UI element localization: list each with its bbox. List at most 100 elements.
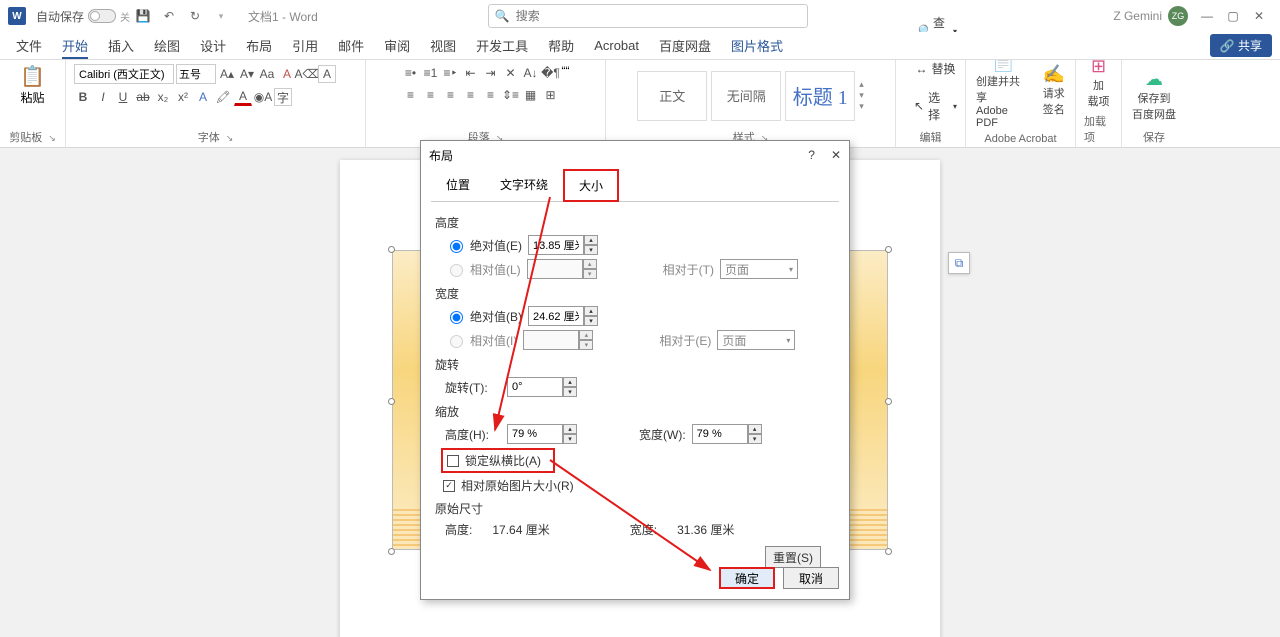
tab-insert[interactable]: 插入	[98, 32, 144, 59]
abs-width-radio[interactable]: 绝对值(B)	[445, 308, 522, 325]
maximize-icon[interactable]: ▢	[1220, 6, 1246, 26]
tab-layout[interactable]: 布局	[236, 32, 282, 59]
dialog-tab-position[interactable]: 位置	[431, 169, 485, 202]
scale-h-down[interactable]: ▾	[563, 434, 577, 444]
multilevel-icon[interactable]: ≡‣	[442, 64, 460, 82]
ok-button[interactable]: 确定	[719, 567, 775, 589]
autosave-toggle[interactable]	[88, 9, 116, 23]
rotate-input[interactable]	[507, 377, 563, 397]
resize-handle-tr[interactable]	[885, 246, 892, 253]
asian-layout-icon[interactable]: ✕	[502, 64, 520, 82]
user-avatar[interactable]: ZG	[1168, 6, 1188, 26]
request-sign-button[interactable]: ✍ 请求 签名	[1041, 62, 1067, 119]
enclose-icon[interactable]: 字	[274, 88, 292, 106]
indent-dec-icon[interactable]: ⇤	[462, 64, 480, 82]
abs-height-up[interactable]: ▴	[584, 235, 598, 245]
dialog-help-icon[interactable]: ?	[808, 148, 815, 162]
close-window-icon[interactable]: ✕	[1246, 6, 1272, 26]
bullets-icon[interactable]: ≡•	[402, 64, 420, 82]
search-box[interactable]: 🔍	[488, 4, 808, 28]
tab-references[interactable]: 引用	[282, 32, 328, 59]
tab-acrobat[interactable]: Acrobat	[584, 32, 649, 59]
lock-aspect-checkbox[interactable]	[447, 455, 459, 467]
tab-draw[interactable]: 绘图	[144, 32, 190, 59]
scale-h-up[interactable]: ▴	[563, 424, 577, 434]
redo-icon[interactable]: ↻	[182, 6, 208, 26]
resize-handle-br[interactable]	[885, 548, 892, 555]
share-button[interactable]: 🔗 共享	[1210, 34, 1272, 57]
scale-w-down[interactable]: ▾	[748, 434, 762, 444]
scale-h-input[interactable]	[507, 424, 563, 444]
tab-dev[interactable]: 开发工具	[466, 32, 538, 59]
rotate-down[interactable]: ▾	[563, 387, 577, 397]
char-shading-icon[interactable]: ◉A	[254, 88, 272, 106]
resize-handle-ml[interactable]	[388, 398, 395, 405]
abs-width-input[interactable]	[528, 306, 584, 326]
reset-button[interactable]: 重置(S)	[765, 546, 821, 568]
line-spacing-icon[interactable]: ⇕≡	[502, 86, 520, 104]
save-baidu-button[interactable]: ☁ 保存到 百度网盘	[1130, 67, 1178, 124]
tab-file[interactable]: 文件	[6, 32, 52, 59]
resize-handle-tl[interactable]	[388, 246, 395, 253]
cancel-button[interactable]: 取消	[783, 567, 839, 589]
select-button[interactable]: ↖选择▾	[914, 89, 957, 123]
align-right-icon[interactable]: ≡	[442, 86, 460, 104]
dialog-tab-wrap[interactable]: 文字环绕	[485, 169, 563, 202]
rel-to-e-select[interactable]: 页面▾	[717, 330, 795, 350]
tab-home[interactable]: 开始	[52, 32, 98, 59]
superscript-icon[interactable]: x²	[174, 88, 192, 106]
dialog-close-icon[interactable]: ✕	[831, 148, 841, 162]
qat-more-icon[interactable]: ▾	[208, 6, 234, 26]
indent-inc-icon[interactable]: ⇥	[482, 64, 500, 82]
search-input[interactable]	[514, 8, 801, 24]
strike-icon[interactable]: ab	[134, 88, 152, 106]
rel-width-radio[interactable]: 相对值(I)	[445, 332, 517, 349]
paste-button[interactable]: 粘贴	[20, 89, 44, 106]
abs-height-input[interactable]	[528, 235, 584, 255]
tab-review[interactable]: 审阅	[374, 32, 420, 59]
char-border-icon[interactable]: A	[318, 65, 336, 83]
resize-handle-bl[interactable]	[388, 548, 395, 555]
font-name-input[interactable]	[74, 64, 174, 84]
dialog-tab-size[interactable]: 大小	[563, 169, 619, 202]
subscript-icon[interactable]: x₂	[154, 88, 172, 106]
shading-icon[interactable]: ▦	[522, 86, 540, 104]
phonetic-icon[interactable]: A	[278, 65, 296, 83]
rel-to-t-select[interactable]: 页面▾	[720, 259, 798, 279]
layout-options-icon[interactable]: ⧉	[948, 252, 970, 274]
create-share-pdf-button[interactable]: 📄 创建并共享 Adobe PDF	[974, 50, 1033, 131]
clear-format-icon[interactable]: A⌫	[298, 65, 316, 83]
tab-mail[interactable]: 邮件	[328, 32, 374, 59]
font-color-icon[interactable]: A	[234, 88, 252, 106]
scale-w-up[interactable]: ▴	[748, 424, 762, 434]
underline-icon[interactable]: U	[114, 88, 132, 106]
font-launcher[interactable]: ↘	[226, 133, 234, 143]
tab-view[interactable]: 视图	[420, 32, 466, 59]
style-normal[interactable]: 正文	[637, 71, 707, 121]
distribute-icon[interactable]: ≡	[482, 86, 500, 104]
rel-orig-checkbox[interactable]: ✓	[443, 480, 455, 492]
undo-icon[interactable]: ↶	[156, 6, 182, 26]
show-marks-icon[interactable]: �¶	[542, 64, 560, 82]
justify-icon[interactable]: ≡	[462, 86, 480, 104]
abs-height-down[interactable]: ▾	[584, 245, 598, 255]
tab-design[interactable]: 设计	[190, 32, 236, 59]
minimize-icon[interactable]: ―	[1194, 6, 1220, 26]
bold-icon[interactable]: B	[74, 88, 92, 106]
abs-width-down[interactable]: ▾	[584, 316, 598, 326]
resize-handle-mr[interactable]	[885, 398, 892, 405]
style-more-icon[interactable]: ▴▾▾	[859, 79, 864, 112]
sort-icon[interactable]: A↓	[522, 64, 540, 82]
highlight-icon[interactable]: 🖍	[214, 88, 232, 106]
grow-font-icon[interactable]: A▴	[218, 65, 236, 83]
tab-picture-format[interactable]: 图片格式	[721, 32, 793, 59]
shrink-font-icon[interactable]: A▾	[238, 65, 256, 83]
font-size-input[interactable]	[176, 64, 216, 84]
italic-icon[interactable]: I	[94, 88, 112, 106]
rotate-up[interactable]: ▴	[563, 377, 577, 387]
addin-button[interactable]: ⊞ 加 载项	[1086, 54, 1112, 111]
scale-w-input[interactable]	[692, 424, 748, 444]
numbering-icon[interactable]: ≡1	[422, 64, 440, 82]
tab-baidu[interactable]: 百度网盘	[649, 32, 721, 59]
clipboard-launcher[interactable]: ↘	[48, 133, 56, 143]
